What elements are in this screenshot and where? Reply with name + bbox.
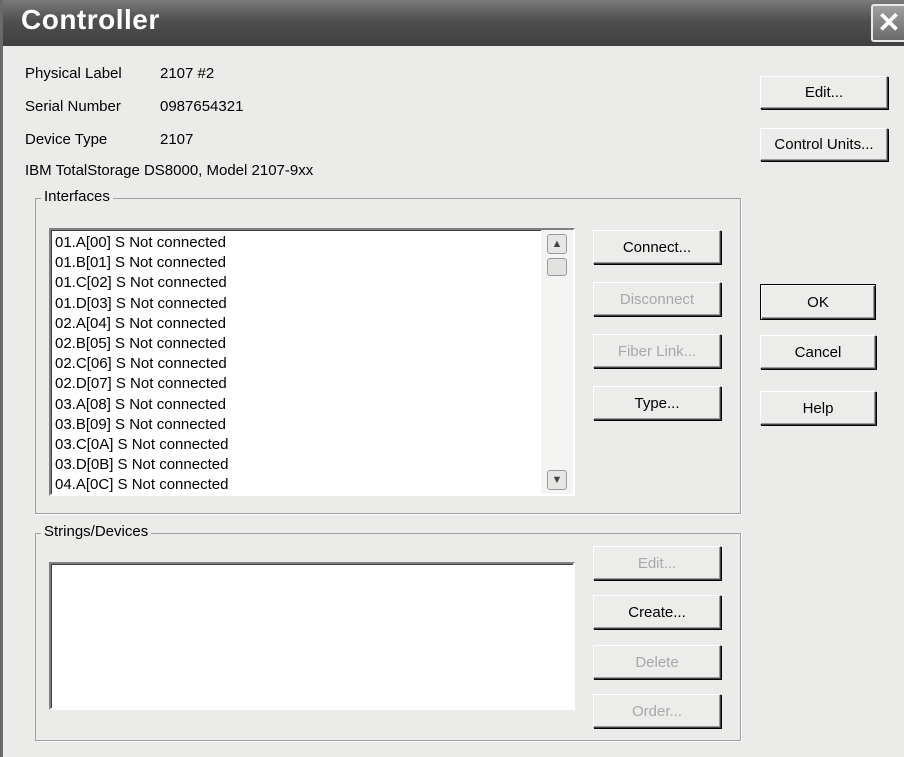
list-item[interactable]: 03.B[09] S Not connected	[51, 415, 541, 435]
cancel-button[interactable]: Cancel	[760, 335, 876, 369]
connect-button[interactable]: Connect...	[593, 230, 721, 264]
type-button[interactable]: Type...	[593, 386, 721, 420]
disconnect-button[interactable]: Disconnect	[593, 282, 721, 316]
device-type-value: 2107	[160, 131, 194, 148]
strings-edit-button[interactable]: Edit...	[593, 546, 721, 580]
physical-label-caption: Physical Label	[25, 65, 122, 82]
physical-label-value: 2107 #2	[160, 65, 215, 82]
strings-devices-listbox[interactable]	[49, 562, 575, 710]
window-title: Controller	[21, 4, 160, 35]
interfaces-listbox[interactable]: 01.A[00] S Not connected 01.B[01] S Not c…	[49, 228, 575, 496]
list-item[interactable]: 02.D[07] S Not connected	[51, 374, 541, 394]
list-item[interactable]: 03.A[08] S Not connected	[51, 395, 541, 415]
control-units-button[interactable]: Control Units...	[760, 128, 888, 161]
list-item[interactable]: 03.C[0A] S Not connected	[51, 435, 541, 455]
serial-number-caption: Serial Number	[25, 98, 121, 115]
close-button[interactable]: ✕	[871, 4, 904, 42]
help-button[interactable]: Help	[760, 391, 876, 425]
interfaces-legend: Interfaces	[41, 188, 113, 205]
list-item[interactable]: 01.B[01] S Not connected	[51, 253, 541, 273]
delete-button[interactable]: Delete	[593, 645, 721, 679]
controller-dialog: Controller ✕ Physical Label 2107 #2 Seri…	[0, 0, 904, 757]
list-item[interactable]: 02.B[05] S Not connected	[51, 334, 541, 354]
close-icon: ✕	[877, 7, 901, 38]
list-item[interactable]: 01.D[03] S Not connected	[51, 294, 541, 314]
list-item[interactable]: 03.D[0B] S Not connected	[51, 455, 541, 475]
scroll-down-arrow-icon[interactable]: ▼	[547, 470, 567, 490]
list-item[interactable]: 04.A[0C] S Not connected	[51, 475, 541, 495]
serial-number-value: 0987654321	[160, 98, 244, 115]
interfaces-scrollbar[interactable]: ▲ ▼	[541, 230, 573, 494]
interfaces-list: 01.A[00] S Not connected 01.B[01] S Not c…	[51, 233, 541, 495]
edit-button[interactable]: Edit...	[760, 76, 888, 109]
list-item[interactable]: 01.C[02] S Not connected	[51, 273, 541, 293]
create-button[interactable]: Create...	[593, 595, 721, 629]
scroll-up-arrow-icon[interactable]: ▲	[547, 234, 567, 254]
list-item[interactable]: 02.C[06] S Not connected	[51, 354, 541, 374]
device-description: IBM TotalStorage DS8000, Model 2107-9xx	[25, 162, 314, 179]
list-item[interactable]: 01.A[00] S Not connected	[51, 233, 541, 253]
strings-devices-legend: Strings/Devices	[41, 523, 152, 540]
list-item[interactable]: 02.A[04] S Not connected	[51, 314, 541, 334]
title-bar[interactable]: Controller ✕	[3, 0, 904, 46]
order-button[interactable]: Order...	[593, 694, 721, 728]
scrollbar-thumb[interactable]	[547, 258, 567, 276]
device-type-caption: Device Type	[25, 131, 108, 148]
fiber-link-button[interactable]: Fiber Link...	[593, 334, 721, 368]
ok-button[interactable]: OK	[760, 284, 876, 320]
